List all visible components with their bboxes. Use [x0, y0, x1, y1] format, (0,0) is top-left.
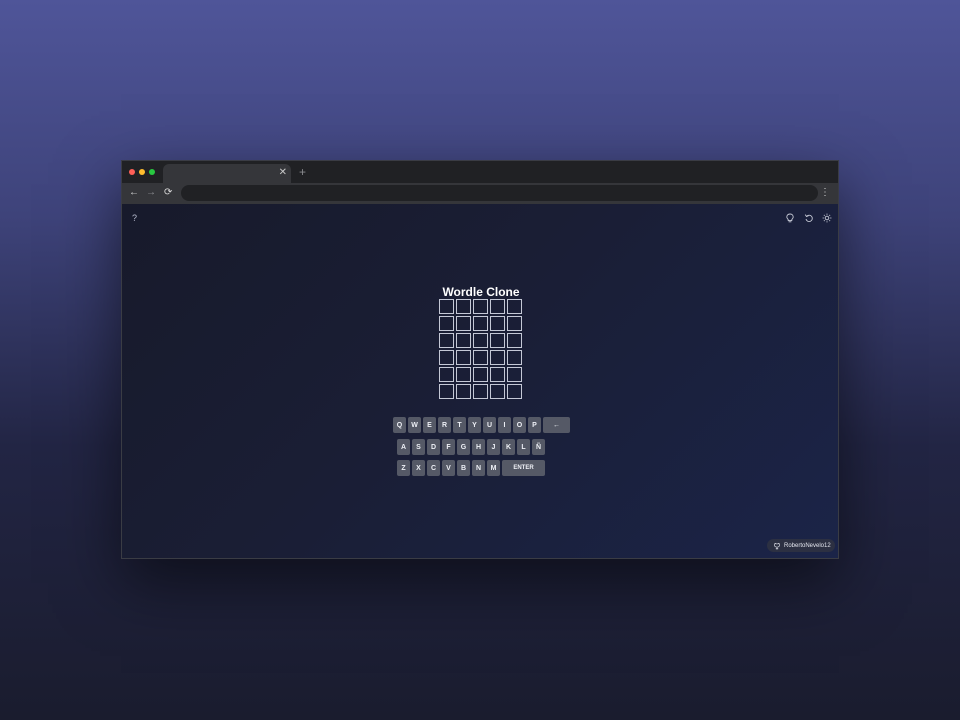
letter-tile	[439, 384, 454, 399]
github-icon	[774, 542, 780, 549]
browser-toolbar: ← → ⟳ ⋮	[122, 183, 838, 204]
new-tab-button[interactable]: +	[299, 164, 306, 180]
letter-tile	[507, 299, 522, 314]
letter-tile	[439, 333, 454, 348]
tab-close-icon[interactable]: ✕	[279, 166, 287, 180]
letter-tile	[456, 384, 471, 399]
key-u[interactable]: U	[483, 417, 496, 433]
key-b[interactable]: B	[457, 460, 470, 476]
letter-tile	[473, 316, 488, 331]
enter-key[interactable]: ENTER	[502, 460, 545, 476]
key-c[interactable]: C	[427, 460, 440, 476]
key-e[interactable]: E	[423, 417, 436, 433]
key-k[interactable]: K	[502, 439, 515, 455]
letter-tile	[490, 333, 505, 348]
letter-tile	[473, 299, 488, 314]
key-v[interactable]: V	[442, 460, 455, 476]
letter-tile	[473, 333, 488, 348]
browser-window: ✕ + ← → ⟳ ⋮ ? Wordle Clone Q W E R T Y U…	[121, 160, 839, 559]
keyboard-row-3: Z X C V B N M ENTER	[397, 460, 545, 476]
page-content: ? Wordle Clone Q W E R T Y U I O P ← ASDFGHJKLÑ ZX…	[122, 204, 838, 558]
letter-tile	[490, 367, 505, 382]
github-link[interactable]: RobertoNevelo12	[767, 539, 835, 552]
tab-bar: ✕ +	[122, 161, 838, 183]
letter-tile	[507, 333, 522, 348]
help-button[interactable]: ?	[132, 213, 137, 223]
keyboard-row-1: Q W E R T Y U I O P ←	[393, 417, 570, 433]
key-w[interactable]: W	[408, 417, 421, 433]
letter-grid	[439, 299, 522, 399]
address-bar[interactable]	[181, 185, 818, 201]
maximize-window-button[interactable]	[149, 169, 155, 175]
key-r[interactable]: R	[438, 417, 451, 433]
key-ñ[interactable]: Ñ	[532, 439, 545, 455]
letter-tile	[439, 367, 454, 382]
letter-tile	[456, 316, 471, 331]
key-t[interactable]: T	[453, 417, 466, 433]
letter-tile	[456, 333, 471, 348]
key-g[interactable]: G	[457, 439, 470, 455]
lightbulb-icon[interactable]	[785, 213, 795, 223]
letter-tile	[507, 384, 522, 399]
key-s[interactable]: S	[412, 439, 425, 455]
github-username: RobertoNevelo12	[784, 542, 831, 549]
letter-tile	[507, 316, 522, 331]
letter-tile	[490, 350, 505, 365]
keyboard-row-2: ASDFGHJKLÑ	[397, 439, 545, 455]
backspace-key[interactable]: ←	[543, 417, 570, 433]
key-a[interactable]: A	[397, 439, 410, 455]
letter-tile	[473, 384, 488, 399]
letter-tile	[490, 299, 505, 314]
game-title: Wordle Clone	[442, 285, 520, 299]
browser-menu-button[interactable]: ⋮	[820, 186, 830, 200]
browser-tab[interactable]: ✕	[163, 164, 291, 183]
key-j[interactable]: J	[487, 439, 500, 455]
undo-icon[interactable]	[804, 213, 814, 223]
key-z[interactable]: Z	[397, 460, 410, 476]
key-q[interactable]: Q	[393, 417, 406, 433]
key-i[interactable]: I	[498, 417, 511, 433]
letter-tile	[456, 367, 471, 382]
letter-tile	[507, 350, 522, 365]
letter-tile	[507, 367, 522, 382]
forward-button[interactable]: →	[146, 186, 156, 200]
key-n[interactable]: N	[472, 460, 485, 476]
key-o[interactable]: O	[513, 417, 526, 433]
key-l[interactable]: L	[517, 439, 530, 455]
sun-icon[interactable]	[822, 213, 832, 223]
key-m[interactable]: M	[487, 460, 500, 476]
key-p[interactable]: P	[528, 417, 541, 433]
letter-tile	[456, 299, 471, 314]
back-button[interactable]: ←	[129, 186, 139, 200]
key-f[interactable]: F	[442, 439, 455, 455]
letter-tile	[439, 316, 454, 331]
letter-tile	[490, 384, 505, 399]
letter-tile	[439, 299, 454, 314]
close-window-button[interactable]	[129, 169, 135, 175]
key-d[interactable]: D	[427, 439, 440, 455]
reload-button[interactable]: ⟳	[164, 186, 172, 200]
letter-tile	[473, 350, 488, 365]
key-y[interactable]: Y	[468, 417, 481, 433]
key-h[interactable]: H	[472, 439, 485, 455]
letter-tile	[456, 350, 471, 365]
letter-tile	[473, 367, 488, 382]
letter-tile	[490, 316, 505, 331]
minimize-window-button[interactable]	[139, 169, 145, 175]
letter-tile	[439, 350, 454, 365]
key-x[interactable]: X	[412, 460, 425, 476]
